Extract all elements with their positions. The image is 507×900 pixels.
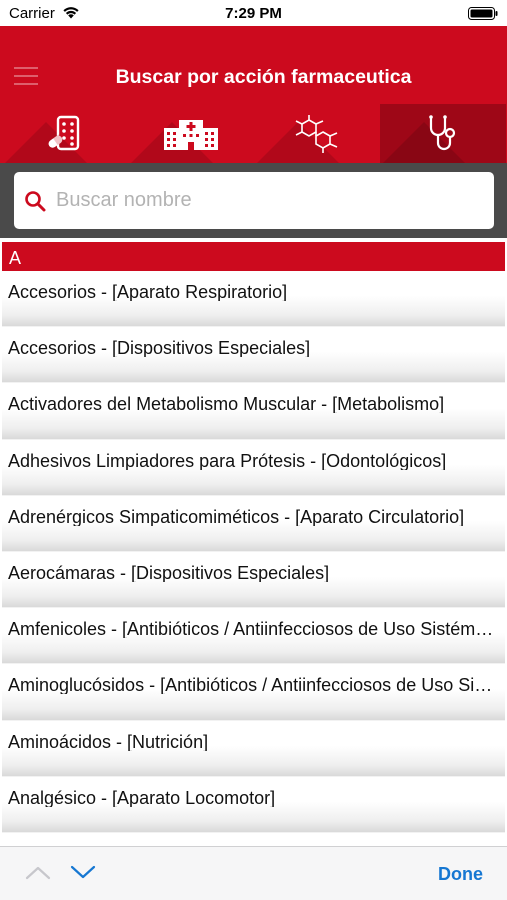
tab-stethoscope[interactable] — [380, 104, 506, 163]
tab-pills[interactable] — [2, 104, 128, 163]
list-item[interactable]: Amfenicoles - [Antibióticos / Antiinfecc… — [2, 608, 505, 665]
done-button[interactable]: Done — [438, 864, 483, 885]
tab-molecule[interactable] — [254, 104, 380, 163]
list-item-label: Accesorios - [Aparato Respiratorio] — [8, 282, 288, 301]
list-item[interactable]: Aerocámaras - [Dispositivos Especiales] — [2, 551, 505, 609]
list-item-label: Activadores del Metabolismo Muscular - [… — [8, 394, 445, 414]
keyboard-toolbar: Done — [0, 846, 507, 900]
list-item[interactable]: Activadores del Metabolismo Muscular - [… — [2, 383, 505, 440]
list-item-label: Adrenérgicos Simpaticomiméticos - [Apara… — [8, 506, 465, 526]
list-item[interactable]: Adrenérgicos Simpaticomiméticos - [Apara… — [2, 495, 505, 552]
stethoscope-icon — [429, 114, 456, 150]
list-item[interactable]: Accesorios - [Dispositivos Especiales] — [2, 327, 505, 384]
status-time: 7:29 PM — [225, 5, 282, 22]
list-item[interactable] — [2, 832, 505, 846]
list-item-label: Aminoglucósidos - [Antibióticos / Antiin… — [8, 675, 497, 695]
chevron-down-icon[interactable] — [69, 863, 97, 881]
pills-icon — [48, 115, 80, 150]
hospital-icon — [164, 119, 218, 150]
list-item-label: Amfenicoles - [Antibióticos / Antiinfecc… — [8, 619, 497, 639]
list-item[interactable]: Adhesivos Limpiadores para Prótesis - [O… — [2, 439, 505, 496]
list-item-label: Accesorios - [Dispositivos Especiales] — [8, 338, 311, 358]
list-item[interactable]: Aminoácidos - [Nutrición] — [2, 720, 505, 777]
list-item[interactable]: Aminoglucósidos - [Antibióticos / Antiin… — [2, 664, 505, 721]
list-item-label — [8, 833, 497, 845]
battery-icon — [468, 7, 498, 20]
results-list: Accesorios - [Aparato Respiratorio] Acce… — [2, 271, 505, 846]
chevron-up-icon[interactable] — [24, 863, 52, 881]
molecule-icon — [295, 114, 338, 153]
search-icon — [25, 191, 46, 212]
list-item-label: Aminoácidos - [Nutrición] — [8, 731, 209, 751]
list-item[interactable]: Accesorios - [Aparato Respiratorio] — [2, 271, 505, 328]
hamburger-icon[interactable] — [14, 67, 38, 85]
list-item-label: Analgésico - [Aparato Locomotor] — [8, 787, 276, 807]
app-header: Buscar por acción farmaceutica — [0, 26, 507, 163]
list-item-label: Adhesivos Limpiadores para Prótesis - [O… — [8, 450, 447, 470]
list-item[interactable]: Analgésico - [Aparato Locomotor] — [2, 776, 505, 833]
page-title: Buscar por acción farmaceutica — [115, 66, 412, 88]
section-header-a: A — [2, 242, 505, 271]
list-item-label: Aerocámaras - [Dispositivos Especiales] — [8, 562, 330, 582]
search-bar — [0, 163, 507, 238]
search-box[interactable] — [14, 172, 494, 229]
tab-hospital[interactable] — [128, 104, 254, 163]
search-input[interactable] — [54, 172, 484, 229]
status-bar: Carrier 7:29 PM — [0, 0, 507, 26]
